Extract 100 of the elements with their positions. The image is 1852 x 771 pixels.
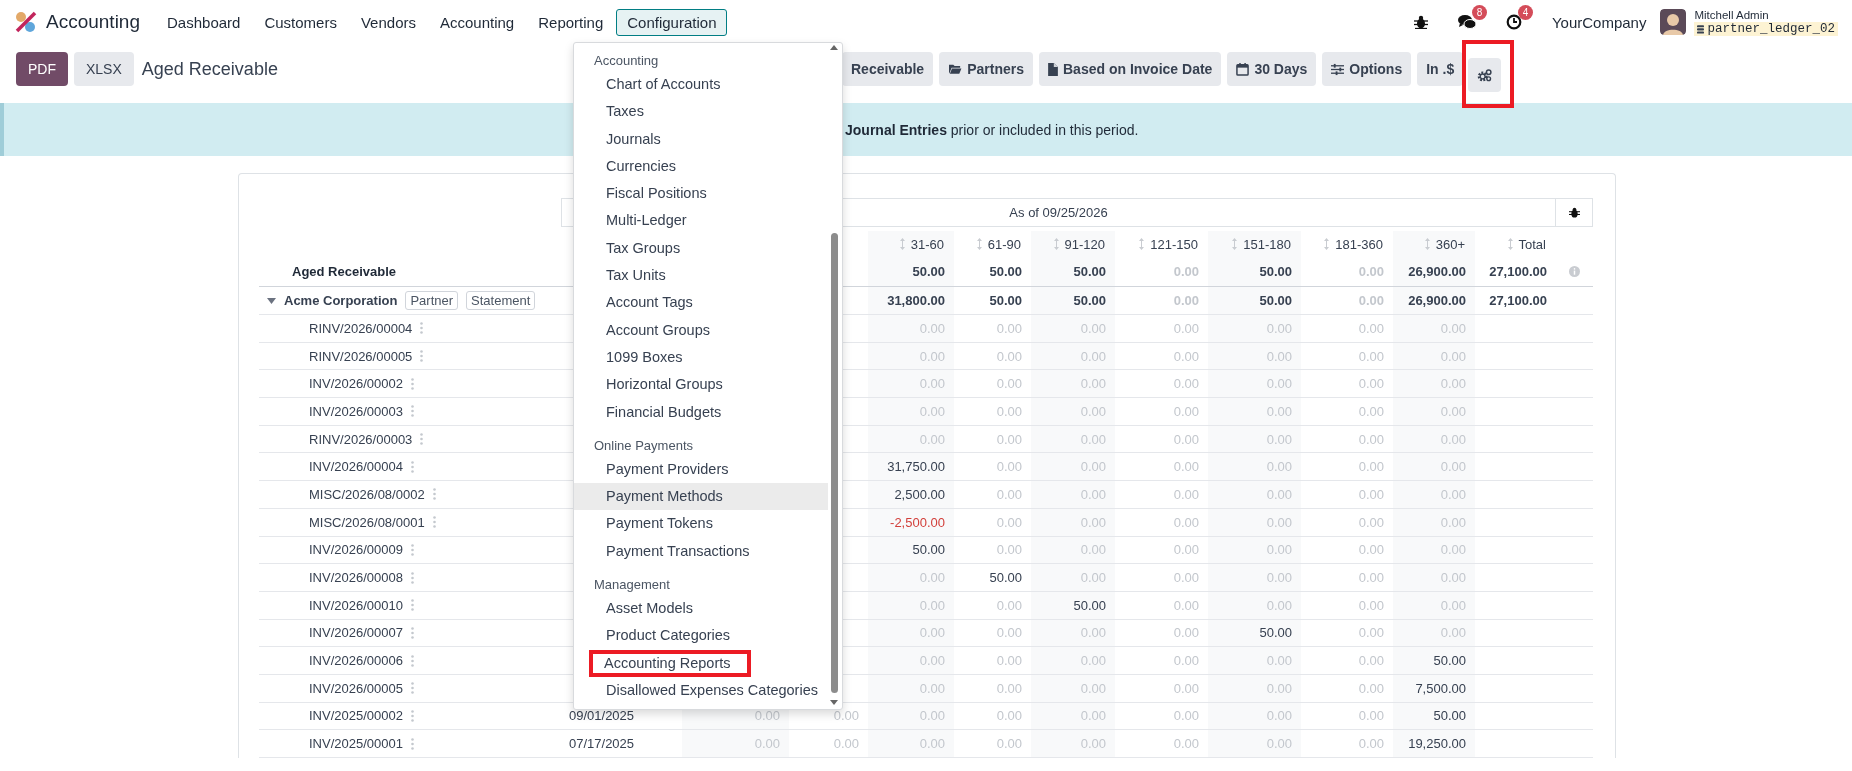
dropdown-item[interactable]: Account Tags (574, 289, 828, 317)
kebab-icon[interactable] (420, 433, 424, 446)
column-header[interactable]: 121-150 (1139, 236, 1198, 252)
scroll-down-icon[interactable] (830, 700, 838, 705)
kebab-icon[interactable] (410, 654, 414, 667)
filter-button[interactable]: In .$ (1417, 52, 1464, 86)
dropdown-item[interactable]: Financial Budgets (574, 398, 828, 426)
tag-button[interactable]: Statement (466, 291, 536, 310)
entry-reference: MISC/2026/08/0002 (309, 486, 425, 502)
column-header[interactable]: 181-360 (1324, 236, 1383, 252)
dropdown-item[interactable]: Taxes (574, 98, 828, 126)
amount-cell: 0.00 (996, 431, 1022, 447)
entry-reference: INV/2026/00009 (309, 542, 403, 558)
user-name: Mitchell Admin (1694, 8, 1770, 22)
chat-icon[interactable] (1457, 14, 1476, 30)
kebab-icon[interactable] (410, 599, 414, 612)
activity-count-badge: 4 (1517, 5, 1533, 20)
amount-cell: 0.00 (996, 320, 1022, 336)
kebab-icon[interactable] (420, 322, 424, 335)
amount-cell: 0.00 (1173, 293, 1199, 308)
dropdown-item[interactable]: Tax Groups (574, 234, 828, 263)
amount-cell: 0.00 (1358, 514, 1384, 530)
amount-cell: 50.00 (1073, 293, 1106, 308)
dropdown-item[interactable]: Currencies (574, 152, 828, 181)
dropdown-item[interactable]: Account Groups (574, 316, 828, 344)
dropdown-item[interactable]: Asset Models (574, 595, 828, 623)
amount-cell: 0.00 (996, 708, 1022, 724)
kebab-icon[interactable] (410, 377, 414, 390)
settings-button[interactable] (1468, 58, 1502, 92)
dropdown-item[interactable]: Payment Methods (574, 483, 828, 511)
scroll-up-icon[interactable] (830, 45, 838, 50)
menu-item[interactable]: Configuration (616, 8, 728, 36)
kebab-icon[interactable] (410, 737, 414, 750)
amount-cell: 0.00 (1358, 348, 1384, 364)
dropdown-item[interactable]: 1099 Boxes (574, 343, 828, 372)
kebab-icon[interactable] (410, 543, 414, 556)
amount-cell: 0.00 (1173, 486, 1199, 502)
amount-cell: 0.00 (1173, 597, 1199, 613)
column-header[interactable]: Total (1507, 236, 1546, 252)
filter-button[interactable]: Based on Invoice Date (1039, 52, 1222, 86)
company-name[interactable]: YourCompany (1551, 13, 1647, 31)
dropdown-item[interactable]: Payment Tokens (574, 510, 828, 538)
amount-cell: 0.00 (1358, 486, 1384, 502)
kebab-icon[interactable] (410, 460, 414, 473)
dropdown-item[interactable]: Journals (574, 125, 828, 153)
logo-icon[interactable] (14, 10, 38, 34)
menu-item[interactable]: Vendors (349, 8, 427, 36)
amount-cell: 0.00 (996, 653, 1022, 669)
sort-icon (1053, 238, 1059, 250)
dropdown-item[interactable]: Horizontal Groups (574, 371, 828, 399)
dropdown-item[interactable]: Payment Providers (574, 455, 828, 484)
app-name[interactable]: Accounting (46, 11, 140, 33)
dropdown-item[interactable]: Product Categories (574, 622, 828, 650)
info-icon[interactable] (1569, 266, 1580, 277)
amount-cell: 0.00 (1173, 625, 1199, 641)
menu-item[interactable]: Reporting (527, 8, 615, 36)
clock-icon[interactable] (1505, 14, 1522, 30)
entry-reference: INV/2025/00001 (309, 736, 403, 752)
caret-icon[interactable] (267, 297, 276, 304)
menu-item[interactable]: Accounting (429, 8, 526, 36)
tag-button[interactable]: Partner (405, 291, 459, 310)
entry-reference: INV/2026/00006 (309, 653, 403, 669)
message-count-badge: 8 (1471, 5, 1487, 20)
dropdown-item[interactable]: Disallowed Expenses Categories (574, 676, 828, 705)
menu-item[interactable]: Dashboard (156, 8, 252, 36)
entry-reference: INV/2026/00002 (309, 376, 403, 392)
filter-button[interactable]: 30 Days (1227, 52, 1317, 86)
column-header[interactable]: 61-90 (976, 236, 1021, 252)
avatar-icon[interactable] (1660, 9, 1687, 35)
kebab-icon[interactable] (432, 516, 436, 529)
amount-cell: 0.00 (1358, 653, 1384, 669)
dropdown-item[interactable]: Tax Units (574, 262, 828, 290)
amount-cell: 0.00 (996, 625, 1022, 641)
amount-cell: 50.00 (912, 264, 945, 279)
bug-icon[interactable] (1568, 207, 1580, 218)
filter-button[interactable]: Options (1322, 52, 1412, 86)
kebab-icon[interactable] (410, 405, 414, 418)
dropdown-item[interactable]: Chart of Accounts (574, 71, 828, 99)
kebab-icon[interactable] (410, 682, 414, 695)
filter-button[interactable]: Partners (939, 52, 1033, 86)
amount-cell: 0.00 (1358, 708, 1384, 724)
pdf-button[interactable]: PDF (16, 52, 68, 86)
dropdown-item[interactable]: Payment Transactions (574, 537, 828, 566)
amount-cell: 0.00 (1173, 459, 1199, 475)
scrollbar-thumb[interactable] (831, 233, 838, 693)
menu-item[interactable]: Customers (253, 8, 348, 36)
kebab-icon[interactable] (420, 350, 424, 363)
bug-icon[interactable] (1413, 15, 1428, 29)
folder-icon (948, 63, 963, 75)
kebab-icon[interactable] (410, 571, 414, 584)
dropdown-item[interactable]: Accounting Reports (589, 649, 751, 677)
xlsx-button[interactable]: XLSX (74, 52, 134, 86)
entry-reference: INV/2026/00010 (309, 597, 403, 613)
amount-cell: 0.00 (1358, 376, 1384, 392)
kebab-icon[interactable] (410, 626, 414, 639)
sort-icon (1424, 238, 1430, 250)
kebab-icon[interactable] (432, 488, 436, 501)
sort-icon (1507, 238, 1513, 250)
kebab-icon[interactable] (410, 709, 414, 722)
filter-button[interactable]: Receivable (842, 52, 934, 86)
